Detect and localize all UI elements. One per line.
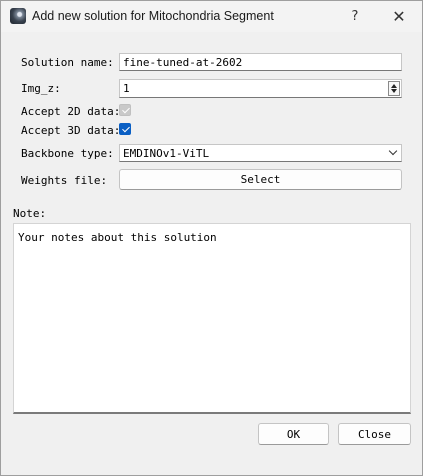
- checkmark-icon: [121, 105, 130, 114]
- accept-3d-checkbox[interactable]: [119, 123, 131, 135]
- spin-arrows[interactable]: [388, 81, 400, 96]
- solution-name-input[interactable]: fine-tuned-at-2602: [119, 53, 402, 71]
- note-label: Note:: [13, 207, 47, 220]
- accept-2d-checkbox: [119, 104, 131, 116]
- select-weights-label: Select: [240, 173, 281, 186]
- close-button-label: Close: [357, 427, 392, 441]
- app-icon: [10, 8, 26, 24]
- window-title: Add new solution for Mitochondria Segmen…: [32, 9, 274, 23]
- note-textarea[interactable]: Your notes about this solution: [13, 223, 411, 414]
- help-button[interactable]: ?: [333, 1, 377, 32]
- title-bar[interactable]: Add new solution for Mitochondria Segmen…: [1, 1, 422, 32]
- accept-2d-label: Accept 2D data:: [21, 105, 121, 118]
- img-z-spinbox[interactable]: 1: [119, 79, 402, 98]
- checkmark-icon: [121, 124, 130, 133]
- spin-down-arrow-icon[interactable]: [391, 89, 397, 93]
- backbone-type-select[interactable]: EMDINOv1-ViTL: [119, 144, 402, 162]
- dialog-window: Add new solution for Mitochondria Segmen…: [0, 0, 423, 476]
- close-icon: ✕: [392, 7, 406, 26]
- ok-button[interactable]: OK: [258, 423, 329, 445]
- accept-3d-label: Accept 3D data:: [21, 124, 121, 137]
- spin-up-arrow-icon[interactable]: [391, 84, 397, 88]
- close-button[interactable]: Close: [338, 423, 411, 445]
- backbone-type-value[interactable]: EMDINOv1-ViTL: [123, 147, 209, 160]
- select-weights-button[interactable]: Select: [119, 169, 402, 190]
- backbone-type-label: Backbone type:: [21, 147, 114, 160]
- img-z-label: Img_z:: [21, 82, 61, 95]
- help-icon: ?: [351, 9, 359, 24]
- close-window-button[interactable]: ✕: [377, 1, 421, 32]
- weights-file-label: Weights file:: [21, 174, 108, 187]
- chevron-down-icon[interactable]: [388, 146, 398, 156]
- ok-button-label: OK: [286, 427, 301, 441]
- img-z-value[interactable]: 1: [123, 82, 130, 95]
- solution-name-label: Solution name:: [21, 56, 114, 69]
